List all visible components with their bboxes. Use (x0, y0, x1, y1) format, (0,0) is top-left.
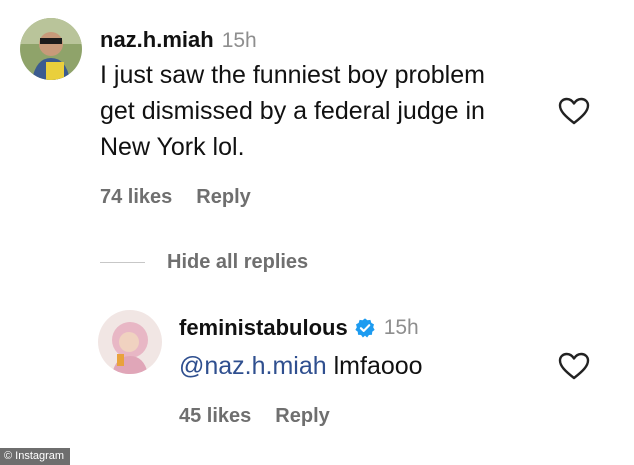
comment-header: naz.h.miah 15h (100, 27, 257, 53)
reply-body: lmfaooo (326, 352, 423, 380)
comment-text: I just saw the funniest boy problem get … (100, 57, 560, 165)
comment-line: get dismissed by a federal judge in (100, 97, 485, 125)
reply-meta: 45 likes Reply (179, 405, 354, 428)
instagram-watermark: © Instagram (0, 448, 71, 465)
hide-replies-button[interactable]: Hide all replies (167, 251, 308, 274)
reply-button[interactable]: Reply (275, 405, 329, 427)
timestamp: 15h (221, 29, 257, 52)
reply-text: @naz.h.miah lmfaooo (179, 348, 423, 384)
username[interactable]: feministabulous (179, 315, 348, 341)
timestamp: 15h (383, 316, 419, 339)
like-heart-icon[interactable] (557, 351, 591, 381)
replies-divider (100, 262, 145, 263)
comment-meta: 74 likes Reply (100, 186, 275, 209)
reply-button[interactable]: Reply (196, 186, 250, 208)
likes-count[interactable]: 45 likes (179, 405, 251, 427)
avatar[interactable] (20, 18, 82, 80)
avatar[interactable] (98, 310, 162, 374)
comment-line: I just saw the funniest boy problem (100, 61, 485, 89)
likes-count[interactable]: 74 likes (100, 186, 172, 208)
comment-line: New York lol. (100, 133, 245, 161)
verified-badge-icon (355, 318, 375, 338)
reply-header: feministabulous 15h (179, 315, 419, 341)
username[interactable]: naz.h.miah (100, 27, 214, 52)
like-heart-icon[interactable] (557, 96, 591, 126)
mention-link[interactable]: @naz.h.miah (179, 352, 327, 380)
